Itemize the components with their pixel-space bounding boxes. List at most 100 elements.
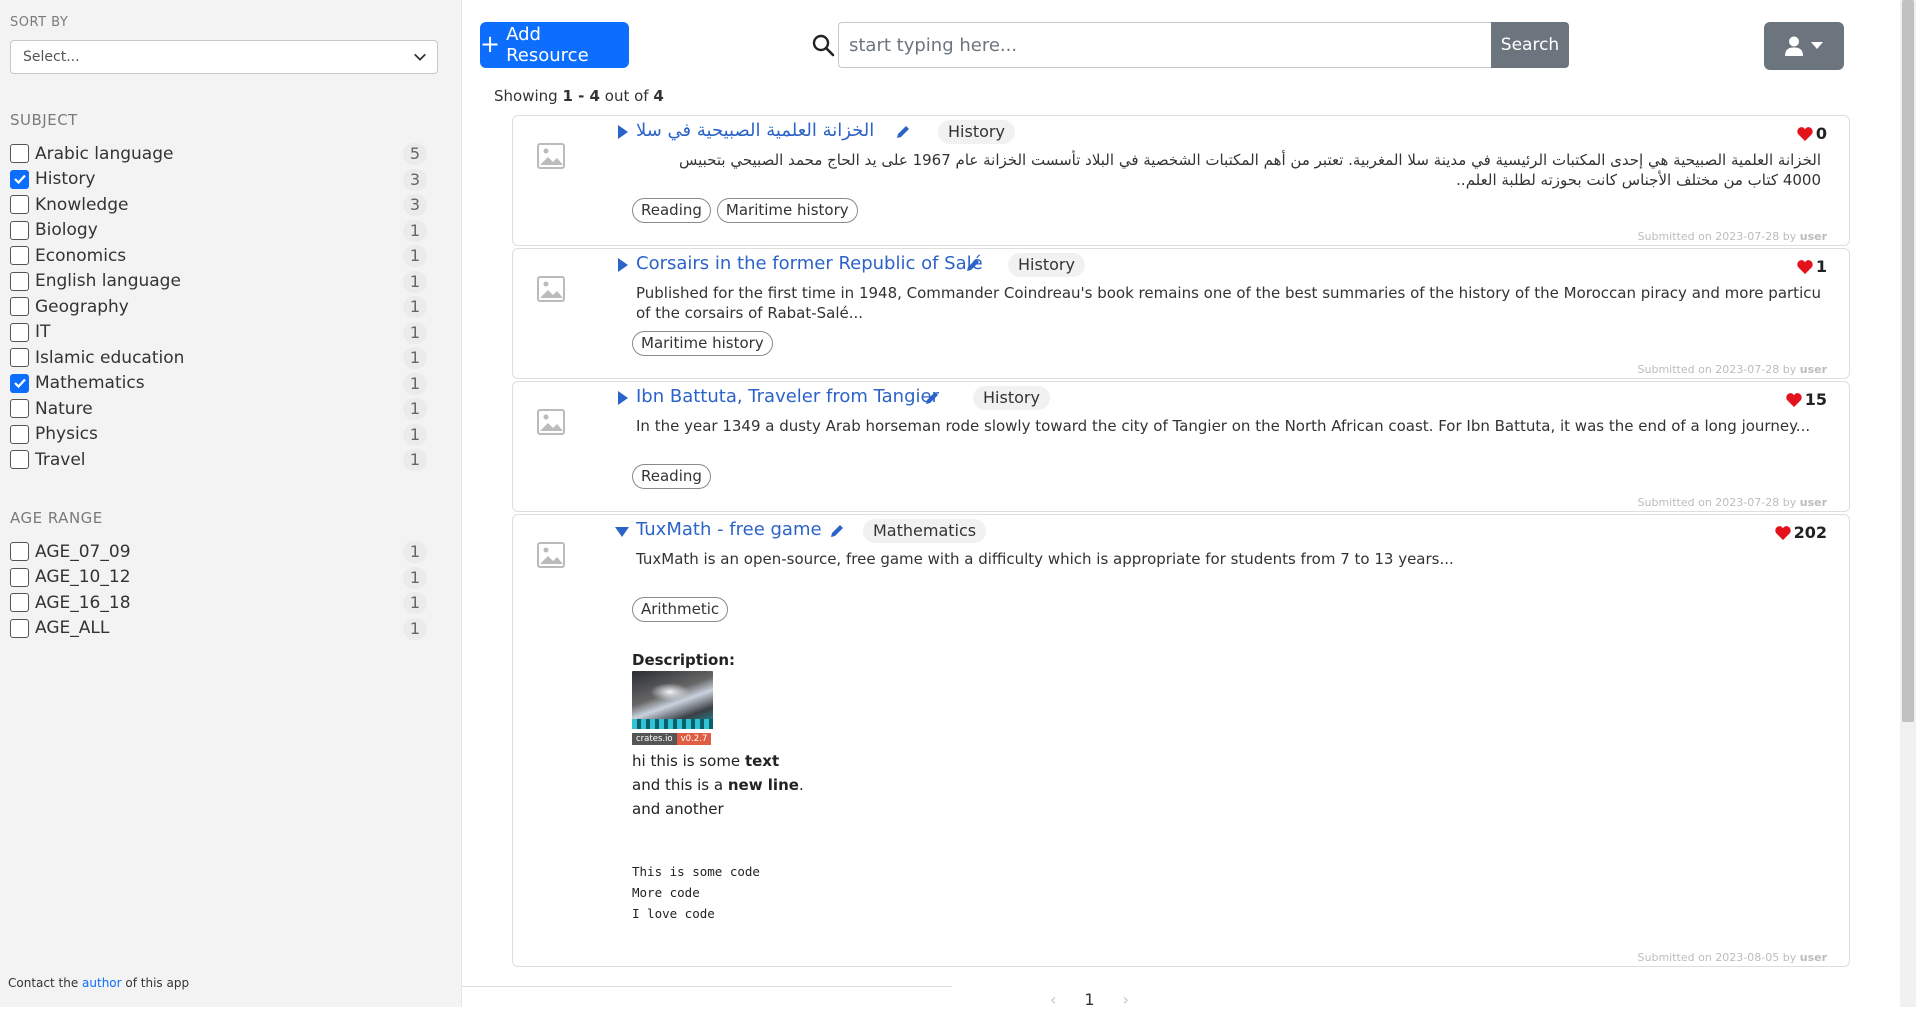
description-line: 4000 كتاب من مختلف الأجناس كانت بحوزته ل… (1456, 171, 1821, 189)
subject-facet-row[interactable]: Islamic education 1 (10, 345, 435, 371)
image-placeholder-icon (537, 409, 565, 435)
likes-counter[interactable]: 15 (1786, 390, 1827, 409)
age-range-facet-row[interactable]: AGE_07_09 1 (10, 539, 435, 565)
subject-facet-row[interactable]: English language 1 (10, 269, 435, 295)
tag-list: Reading (632, 464, 711, 489)
pencil-icon[interactable] (829, 523, 845, 539)
pencil-icon[interactable] (924, 390, 940, 406)
tag-pill[interactable]: Arithmetic (632, 597, 729, 622)
details-line: and this is a new line. (632, 773, 804, 797)
subject-badge: Mathematics (863, 519, 987, 543)
subject-facet-row[interactable]: Economics 1 (10, 243, 435, 269)
submitted-user: user (1799, 230, 1827, 243)
checkbox[interactable] (10, 373, 29, 393)
user-menu-button[interactable] (1764, 22, 1844, 70)
vertical-scrollbar[interactable] (1900, 0, 1916, 1007)
author-link[interactable]: author (82, 976, 122, 990)
facet-count: 1 (403, 423, 427, 446)
checkbox[interactable] (10, 450, 29, 470)
subject-facet-row[interactable]: History 3 (10, 167, 435, 193)
checkbox[interactable] (10, 297, 29, 317)
subject-facet-row[interactable]: Nature 1 (10, 396, 435, 422)
resource-title-link[interactable]: TuxMath - free game (636, 519, 822, 540)
search-button[interactable]: Search (1491, 22, 1569, 68)
age-range-facet-row[interactable]: AGE_ALL 1 (10, 616, 435, 642)
pagination-prev[interactable]: ‹ (1050, 990, 1056, 1009)
check-icon (13, 379, 26, 389)
caret-right-icon[interactable] (617, 258, 629, 272)
checkbox[interactable] (10, 542, 29, 562)
facet-label: IT (35, 322, 51, 343)
subject-facet-row[interactable]: Knowledge 3 (10, 192, 435, 218)
sort-select[interactable]: Select... (10, 40, 438, 74)
subject-facet-row[interactable]: IT 1 (10, 320, 435, 346)
likes-count: 202 (1793, 523, 1827, 542)
sort-by-heading: SORT BY (10, 15, 69, 30)
age-range-facet-row[interactable]: AGE_16_18 1 (10, 590, 435, 616)
likes-counter[interactable]: 202 (1774, 523, 1827, 542)
caret-down-icon[interactable] (615, 526, 629, 538)
caret-right-icon[interactable] (617, 391, 629, 405)
likes-count: 15 (1804, 390, 1827, 409)
results-middle: out of (604, 87, 649, 105)
facet-label: Geography (35, 296, 129, 317)
subject-facet-row[interactable]: Mathematics 1 (10, 371, 435, 397)
checkbox[interactable] (10, 195, 29, 215)
checkbox[interactable] (10, 271, 29, 291)
likes-counter[interactable]: 1 (1797, 257, 1827, 276)
submitted-user: user (1799, 496, 1827, 509)
subject-facet-row[interactable]: Arabic language 5 (10, 141, 435, 167)
checkbox[interactable] (10, 322, 29, 342)
submitted-info: Submitted on 2023-07-28 by user (1638, 363, 1827, 376)
heart-icon (1797, 127, 1813, 141)
likes-counter[interactable]: 0 (1797, 124, 1827, 143)
tag-pill[interactable]: Maritime history (716, 198, 858, 223)
description-line: of the corsairs of Rabat-Salé... (636, 304, 864, 322)
checkbox[interactable] (10, 144, 29, 164)
checkbox[interactable] (10, 246, 29, 266)
caret-right-icon[interactable] (617, 125, 629, 139)
facet-label: AGE_07_09 (35, 541, 131, 562)
checkbox[interactable] (10, 593, 29, 613)
tag-pill[interactable]: Reading (632, 464, 711, 489)
subject-facet-row[interactable]: Biology 1 (10, 218, 435, 244)
subject-badge: History (973, 386, 1050, 410)
image-glow (650, 683, 690, 701)
search-input[interactable] (838, 22, 1492, 68)
pagination: ‹ 1 › (1050, 990, 1129, 1009)
user-icon (1785, 36, 1803, 56)
pagination-page[interactable]: 1 (1084, 990, 1094, 1009)
facet-label: Nature (35, 398, 93, 419)
subject-badge: History (938, 120, 1015, 144)
crates-badge-label: crates.io (632, 733, 677, 745)
tag-pill[interactable]: Reading (632, 198, 711, 223)
resource-title-link[interactable]: Corsairs in the former Republic of Salé (636, 253, 983, 274)
checkbox[interactable] (10, 220, 29, 240)
checkbox[interactable] (10, 618, 29, 638)
facet-label: Biology (35, 220, 98, 241)
code-block: This is some code More code I love code (632, 861, 804, 924)
age-range-facet-row[interactable]: AGE_10_12 1 (10, 565, 435, 591)
checkbox[interactable] (10, 348, 29, 368)
pencil-icon[interactable] (895, 124, 911, 140)
subject-facet-row[interactable]: Physics 1 (10, 422, 435, 448)
contact-prefix: Contact the (8, 976, 79, 990)
tag-pill[interactable]: Maritime history (632, 331, 773, 356)
checkbox[interactable] (10, 169, 29, 189)
resource-title-link[interactable]: الخزانة العلمية الصبيحية في سلا (636, 120, 874, 141)
resource-title-link[interactable]: Ibn Battuta, Traveler from Tangier (636, 386, 939, 407)
description-line: TuxMath is an open-source, free game wit… (636, 550, 1454, 568)
description-line: Published for the first time in 1948, Co… (636, 284, 1821, 302)
pencil-icon[interactable] (965, 257, 981, 273)
checkbox[interactable] (10, 567, 29, 587)
checkbox[interactable] (10, 424, 29, 444)
sidebar: SORT BY Select... SUBJECT Arabic languag… (0, 0, 462, 1007)
facet-label: Physics (35, 424, 98, 445)
pagination-next[interactable]: › (1123, 990, 1129, 1009)
add-resource-button[interactable]: + Add Resource (480, 22, 629, 68)
subject-facet-row[interactable]: Geography 1 (10, 294, 435, 320)
checkbox[interactable] (10, 399, 29, 419)
tag-list: Reading Maritime history (632, 198, 858, 223)
subject-facet-row[interactable]: Travel 1 (10, 447, 435, 473)
scrollbar-thumb[interactable] (1902, 0, 1914, 722)
